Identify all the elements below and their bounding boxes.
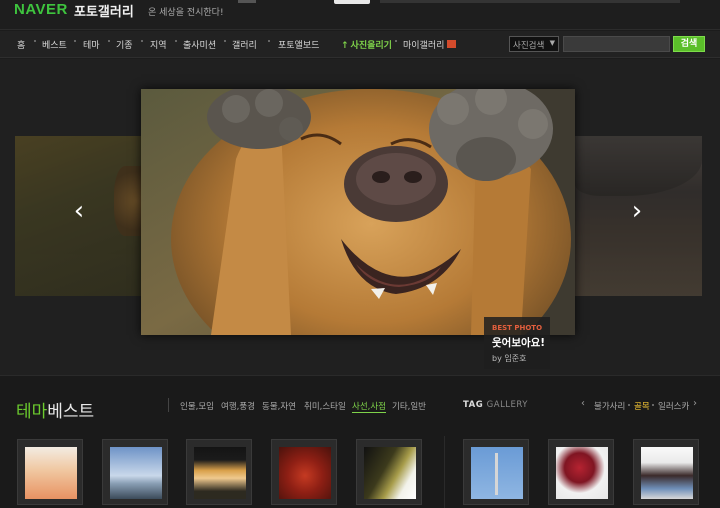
best-photo-label: BEST PHOTO <box>492 324 543 332</box>
nav-separator <box>141 40 143 42</box>
nav-photo-board[interactable]: 포토앨보드 <box>278 38 319 51</box>
nav-upload[interactable]: ↑ 사진올리기 <box>341 38 392 51</box>
nav-my-gallery-label: 마이갤러리 <box>403 41 445 51</box>
nav-mission[interactable]: 출사미션 <box>183 38 216 51</box>
tag-starfish[interactable]: 불가사리 <box>594 400 625 412</box>
thumbnail-image <box>279 447 331 499</box>
tag-thumbnail[interactable] <box>548 439 614 505</box>
photo-carousel: ‹ › BEST PHOTO 웃어보아요! by 임준호 <box>0 59 720 375</box>
category-animal[interactable]: 동물,자연 <box>262 400 296 412</box>
search-input[interactable] <box>563 36 670 52</box>
category-travel[interactable]: 여행,풍경 <box>221 400 255 412</box>
featured-caption[interactable]: BEST PHOTO 웃어보아요! by 임준호 <box>484 317 550 369</box>
theme-thumbnail[interactable] <box>17 439 83 505</box>
theme-best-title: 테마베스트 <box>16 397 94 422</box>
featured-author[interactable]: 임준호 <box>504 354 526 363</box>
thumbnail-image <box>471 447 523 499</box>
tag-gallery-title-bold: TAG <box>463 400 484 410</box>
thumbnail-image <box>364 447 416 499</box>
top-util-strip <box>238 0 256 3</box>
theme-thumbnail[interactable] <box>102 439 168 505</box>
category-hobby[interactable]: 취미,스타일 <box>304 400 346 412</box>
search-type-select[interactable]: 사진검색 ▼ <box>509 36 559 52</box>
theme-thumbnail[interactable] <box>271 439 337 505</box>
naver-logo[interactable]: NAVER <box>14 1 68 18</box>
theme-thumbnail[interactable] <box>186 439 252 505</box>
nav-upload-label: 사진올리기 <box>350 41 392 51</box>
top-util-links <box>380 0 680 3</box>
nav-gallery[interactable]: 갤러리 <box>232 38 257 51</box>
nav-region[interactable]: 지역 <box>150 38 167 51</box>
tag-thumbnail[interactable] <box>463 439 529 505</box>
thumbnail-image <box>25 447 77 499</box>
thumbnail-image <box>556 447 608 499</box>
tag-gallery-title-dim: GALLERY <box>486 400 528 410</box>
theme-best-title-accent: 테마 <box>16 402 48 422</box>
thumbnail-image <box>110 447 162 499</box>
caret-down-icon: ▼ <box>549 39 555 47</box>
search-button[interactable]: 검색 <box>673 36 705 52</box>
author-prefix: by <box>492 354 502 363</box>
thumbnail-image <box>641 447 693 499</box>
top-bar: NAVER 포토갤러리 온 세상을 전시한다! <box>0 0 720 30</box>
nav-my-gallery[interactable]: 마이갤러리 <box>403 38 457 51</box>
site-tagline: 온 세상을 전시한다! <box>148 8 224 18</box>
top-util-box <box>334 0 370 4</box>
arrow-up-icon: ↑ <box>341 41 349 51</box>
featured-author-line: by 임준호 <box>492 353 542 364</box>
nav-separator <box>395 40 397 42</box>
category-etc[interactable]: 기타,일반 <box>392 400 426 412</box>
tag-separator <box>652 404 654 406</box>
nav-theme[interactable]: 테마 <box>83 38 100 51</box>
site-title[interactable]: 포토갤러리 <box>74 1 134 20</box>
nav-camera[interactable]: 기종 <box>116 38 133 51</box>
dog-photo-image <box>141 89 575 335</box>
theme-best-title-rest: 베스트 <box>47 402 95 422</box>
chevron-left-icon[interactable]: ‹ <box>68 196 90 226</box>
tag-alaska[interactable]: 일러스카 <box>658 400 689 412</box>
search-type-label: 사진검색 <box>513 41 545 51</box>
nav-separator <box>74 40 76 42</box>
nav-separator <box>268 40 270 42</box>
bottom-section: 테마베스트 인물,모임 여행,풍경 동물,자연 취미,스타일 사선,사점 기타,… <box>0 375 720 508</box>
featured-title: 웃어보아요! <box>492 337 546 349</box>
nav-separator <box>108 40 110 42</box>
theme-thumbnail[interactable] <box>356 439 422 505</box>
tag-thumbnail[interactable] <box>633 439 699 505</box>
nav-separator <box>34 40 36 42</box>
nav-home[interactable]: 홈 <box>17 38 25 51</box>
tag-alley[interactable]: 골목 <box>634 400 650 412</box>
thumbnail-image <box>194 447 246 499</box>
nav-best[interactable]: 베스트 <box>42 38 67 51</box>
featured-photo[interactable] <box>141 89 575 335</box>
chevron-right-icon[interactable]: › <box>626 196 648 226</box>
tag-gallery-title: TAG GALLERY <box>463 400 528 410</box>
divider <box>168 398 169 412</box>
section-divider <box>444 436 445 508</box>
category-perspective[interactable]: 사선,사점 <box>352 400 386 413</box>
chevron-right-icon[interactable]: › <box>693 398 697 409</box>
tag-separator <box>628 404 630 406</box>
category-people[interactable]: 인물,모임 <box>180 400 214 412</box>
nav-separator <box>224 40 226 42</box>
chevron-left-icon[interactable]: ‹ <box>581 398 585 409</box>
nav-separator <box>175 40 177 42</box>
new-badge-icon <box>447 40 457 48</box>
